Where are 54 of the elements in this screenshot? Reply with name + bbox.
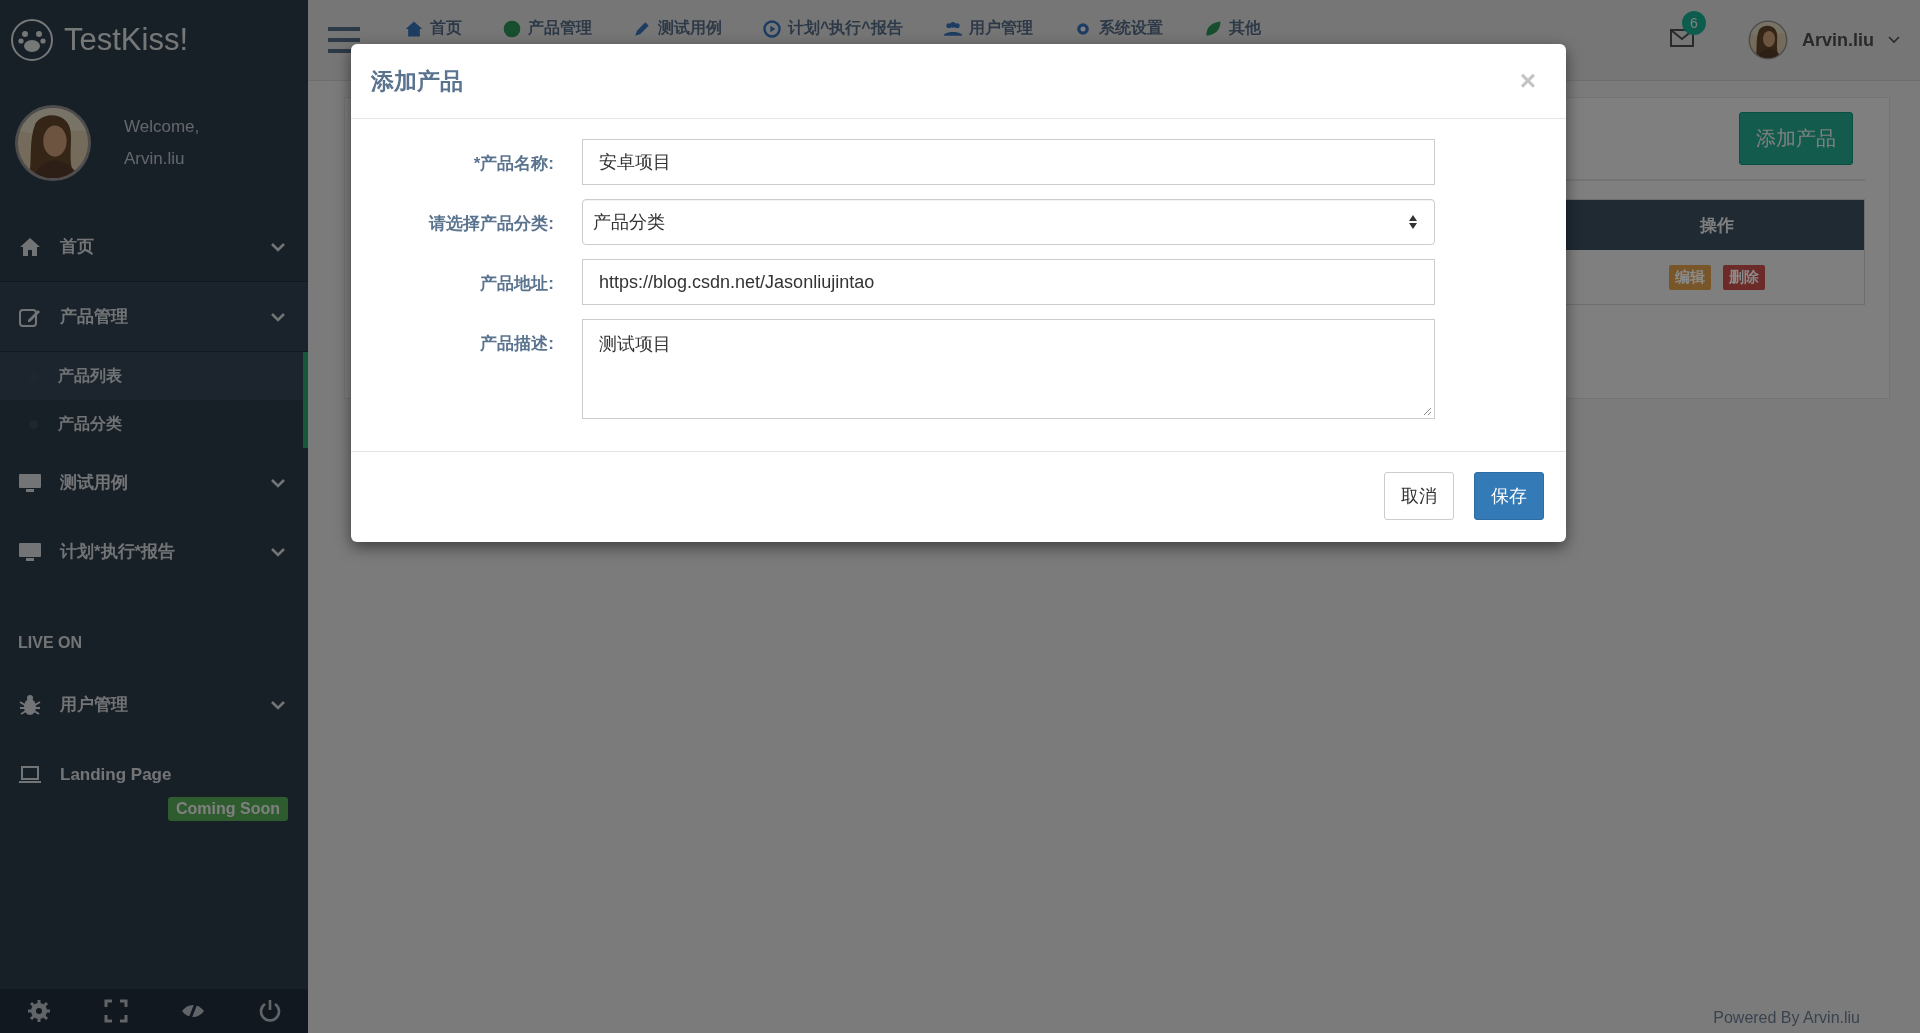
nav-link[interactable]: 其他 [1202, 18, 1261, 39]
brand-name: TestKiss! [64, 22, 189, 58]
add-product-button[interactable]: 添加产品 [1739, 112, 1853, 165]
fullscreen-icon[interactable] [103, 999, 128, 1023]
user-menu[interactable]: Arvin.liu [1748, 20, 1900, 60]
close-button[interactable]: × [1513, 64, 1542, 98]
nav-link[interactable]: 测试用例 [632, 18, 722, 39]
play-icon [762, 18, 782, 39]
action-button[interactable]: 删除 [1722, 264, 1765, 290]
chevron-icon [270, 477, 286, 488]
nav-link[interactable]: 计划^执行^报告 [762, 18, 903, 39]
nav-link[interactable]: 首页 [404, 18, 462, 39]
chevron-icon [270, 311, 286, 322]
sidebar-item[interactable]: 测试用例 [0, 448, 308, 517]
bug-icon [18, 692, 42, 717]
resize-grip-icon[interactable] [1422, 406, 1432, 416]
sidebar-item[interactable]: Landing Page [0, 753, 308, 797]
column-header: 操作 [1698, 214, 1735, 237]
sidebar-item[interactable]: 首页 [0, 212, 308, 281]
select-field[interactable]: 产品分类 [582, 199, 1435, 245]
field-label: 请选择产品分类: [427, 213, 554, 235]
input-field[interactable]: 安卓项目 [582, 139, 1435, 185]
chevron-icon [270, 241, 286, 252]
sidebar-subitem[interactable]: 产品列表 [0, 352, 303, 400]
nav-link[interactable]: 系统设置 [1072, 18, 1163, 39]
paw-logo-icon [10, 18, 54, 62]
sidebar-item[interactable]: 用户管理 [0, 670, 308, 739]
input-field[interactable]: https://blog.csdn.net/Jasonliujintao [582, 259, 1435, 305]
sidebar-item[interactable]: 产品管理 [0, 281, 308, 352]
footer-text: Powered By Arvin.liu [1713, 1009, 1860, 1026]
sidebar-subitem[interactable]: 产品分类 [0, 400, 303, 448]
nav-link[interactable]: 用户管理 [942, 18, 1033, 39]
notification-count: 6 [1682, 11, 1706, 35]
action-button[interactable]: 编辑 [1668, 264, 1711, 290]
caret-icon [1888, 36, 1900, 44]
field-label: *产品名称: [472, 153, 554, 175]
welcome-text: Welcome, [124, 117, 200, 137]
chevron-icon [270, 546, 286, 557]
coming-soon-badge: Coming Soon [168, 797, 288, 821]
field-label: 产品地址: [479, 273, 554, 295]
power-icon[interactable] [257, 999, 282, 1023]
input-field[interactable]: 测试项目 [582, 319, 1435, 419]
cancel-button[interactable]: 取消 [1384, 472, 1454, 520]
field-label: 产品描述: [479, 333, 554, 355]
nav-link[interactable]: 产品管理 [502, 18, 592, 39]
sidebar-item[interactable]: 计划*执行*报告 [0, 517, 308, 586]
settings-icon[interactable] [26, 999, 51, 1023]
save-button[interactable]: 保存 [1474, 472, 1544, 520]
menu-icon[interactable] [328, 27, 360, 53]
sort-arrows-icon [1408, 214, 1418, 230]
chevron-icon [270, 699, 286, 710]
dialog-title: 添加产品 [371, 66, 463, 96]
user-name: Arvin.liu [124, 149, 186, 169]
section-title: LIVE ON [17, 633, 83, 653]
